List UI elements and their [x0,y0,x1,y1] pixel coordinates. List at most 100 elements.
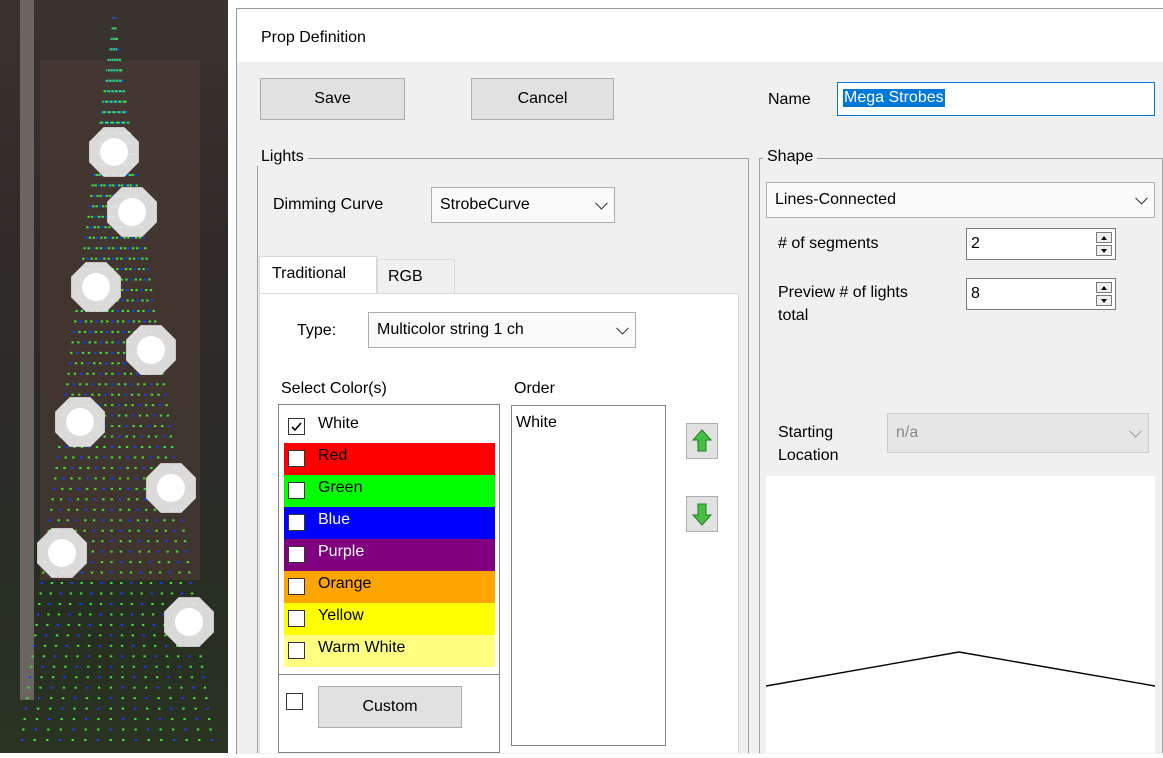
tree-light [117,404,121,407]
tree-light [146,718,149,721]
tree-light [140,602,144,605]
checkmark-icon [291,422,302,432]
color-option-green[interactable]: Green [284,475,495,507]
tree-light [115,257,119,260]
tree-light [116,268,119,271]
tree-light [147,739,150,741]
strobe-light-core [137,336,165,364]
tree-light [145,257,148,260]
color-option-red[interactable]: Red [284,443,495,475]
tree-light [198,739,201,741]
tree-light [131,173,134,176]
tree-light [140,446,144,449]
dimming-curve-select[interactable]: StrobeCurve [431,187,615,223]
tree-light [80,309,84,312]
tree-light [157,456,160,459]
color-checkbox[interactable] [288,610,305,627]
tree-light [91,393,94,396]
tree-light [86,257,89,260]
cancel-button[interactable]: Cancel [471,78,614,120]
tree-light [131,623,134,626]
tree-light [88,341,91,344]
color-label: Purple [318,543,365,560]
tree-light [109,686,113,689]
tree-light [135,498,139,501]
tree-light [76,655,79,658]
tree-light [179,676,182,679]
tree-light [147,550,151,553]
tree-light [179,582,182,585]
tree-light [90,571,94,574]
tree-light [104,383,108,386]
tree-light [144,686,148,689]
tab-traditional[interactable]: Traditional [259,256,377,294]
color-checkbox[interactable] [288,418,305,435]
dialog-titlebar: Prop Definition [237,9,1163,62]
tree-light [145,707,149,710]
color-option-purple[interactable]: Purple [284,539,495,571]
tree-light [68,362,72,365]
move-up-button[interactable] [686,423,718,459]
tree-light [65,644,69,647]
tree-light [149,289,153,292]
order-list[interactable]: White [511,405,666,746]
color-checkbox[interactable] [288,578,305,595]
color-checkbox[interactable] [288,450,305,467]
tree-light [103,446,106,449]
tree-light [136,508,139,511]
tree-light [99,257,102,260]
name-input[interactable]: Mega Strobes [837,82,1155,116]
tree-light [62,477,65,480]
tree-light [88,205,92,208]
tree-light [205,697,208,700]
tree-light [130,383,133,386]
tree-light [110,425,114,428]
color-option-warm-white[interactable]: Warm White [284,635,495,667]
order-list-item[interactable]: White [516,414,557,432]
tree-light [111,393,114,396]
tree-light [81,351,85,354]
tree-light [50,686,54,689]
save-button[interactable]: Save [260,78,405,120]
shape-preview-canvas [765,476,1156,753]
preview-lights-input[interactable]: 8 [966,278,1116,310]
color-checkbox[interactable] [288,642,305,659]
custom-button[interactable]: Custom [318,686,462,728]
tree-light [118,446,121,449]
preview-lights-label-total: total [778,307,809,324]
tree-light [122,739,125,741]
segments-input[interactable]: 2 [966,228,1116,260]
spin-up-icon [1101,236,1107,240]
tree-light [110,508,113,511]
tree-light [122,320,125,323]
shape-select[interactable]: Lines-Connected [766,182,1155,218]
color-checkbox[interactable] [288,546,305,563]
color-label: Blue [318,511,351,528]
tree-light [119,498,122,501]
tree-light [48,602,51,605]
tree-light [117,351,120,354]
color-option-orange[interactable]: Orange [284,571,495,603]
tree-light [50,582,54,585]
color-checkbox[interactable] [288,514,305,531]
custom-checkbox[interactable] [286,693,303,710]
tree-light [136,299,139,302]
color-checkbox[interactable] [288,482,305,499]
tree-light [88,623,92,626]
tree-light [87,351,91,354]
tab-rgb[interactable]: RGB [377,259,455,293]
move-down-button[interactable] [686,496,718,532]
tree-light [109,728,112,731]
color-option-white[interactable]: White [284,411,495,443]
preview-lights-spinner[interactable] [1096,282,1112,306]
color-option-blue[interactable]: Blue [284,507,495,539]
tree-light [93,194,96,197]
tree-light [152,309,155,312]
tree-light [86,477,89,480]
segments-spinner[interactable] [1096,232,1112,256]
color-option-yellow[interactable]: Yellow [284,603,495,635]
shape-value: Lines-Connected [775,191,896,208]
tree-light [94,330,98,333]
type-select[interactable]: Multicolor string 1 ch [368,312,636,348]
tree-light [116,309,119,312]
